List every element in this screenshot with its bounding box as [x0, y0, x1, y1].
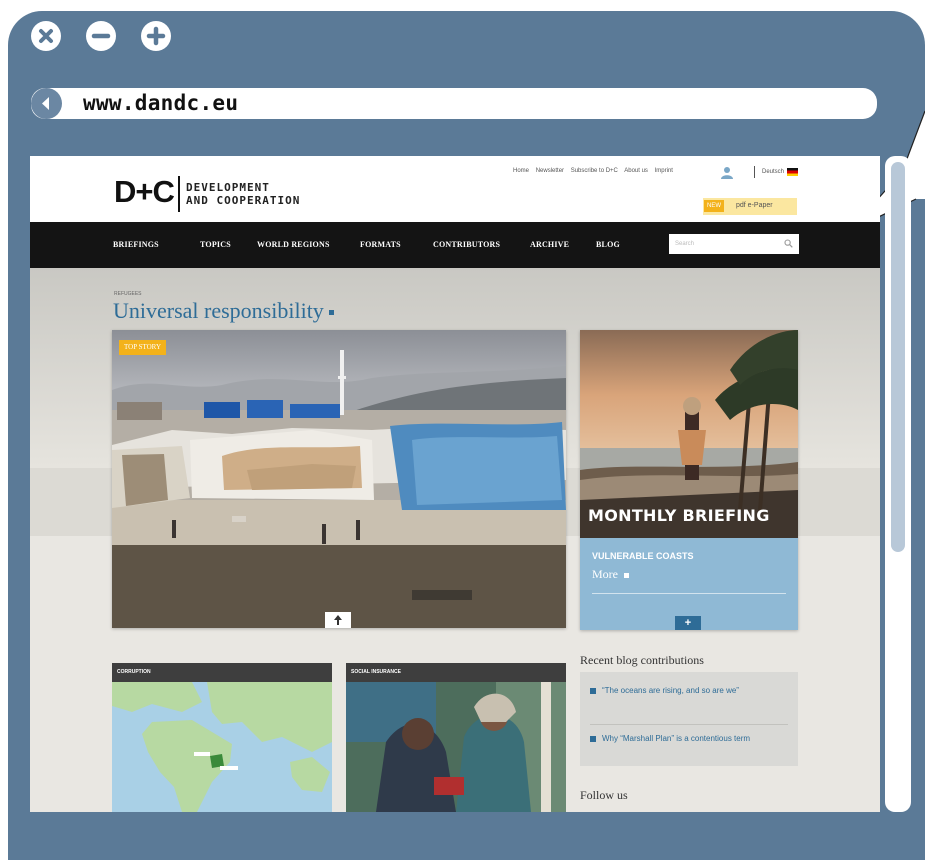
user-icon[interactable]	[721, 166, 733, 179]
nav-blog[interactable]: BLOG	[596, 222, 620, 268]
top-link-about[interactable]: About us	[624, 168, 648, 174]
top-story-image[interactable]: TOP STORY	[112, 330, 566, 628]
url-text: www.dandc.eu	[83, 91, 239, 115]
nav-world-regions[interactable]: WORLD REGIONS	[257, 222, 330, 268]
top-links: Home Newsletter Subscribe to D+C About u…	[513, 168, 678, 174]
monthly-briefing-card[interactable]: MONTHLY BRIEFING VULNERABLE COASTS More …	[580, 330, 798, 630]
arrow-up-icon	[334, 615, 342, 625]
top-link-newsletter[interactable]: Newsletter	[536, 168, 564, 174]
scrollbar-thumb[interactable]	[891, 162, 905, 552]
maximize-icon	[146, 26, 166, 46]
language-label: Deutsch	[762, 169, 785, 175]
world-map-image	[112, 682, 332, 812]
close-button[interactable]	[31, 21, 61, 51]
social-insurance-card-header: SOCIAL INSURANCE	[346, 663, 566, 682]
bullet-icon	[590, 736, 596, 742]
follow-us-heading: Follow us	[580, 788, 628, 802]
briefing-subtitle: VULNERABLE COASTS	[592, 551, 694, 561]
back-button[interactable]	[31, 88, 62, 119]
briefing-panel: VULNERABLE COASTS More +	[580, 538, 798, 630]
minimize-icon	[91, 33, 111, 39]
image-up-arrow-button[interactable]	[325, 612, 351, 628]
search-placeholder: Search	[675, 241, 695, 247]
blog-section-title: Recent blog contributions	[580, 653, 704, 667]
vertical-scrollbar[interactable]	[885, 156, 911, 812]
main-nav: BRIEFINGS TOPICS WORLD REGIONS FORMATS C…	[30, 222, 880, 268]
top-link-subscribe[interactable]: Subscribe to D+C	[571, 168, 618, 174]
briefing-more-link[interactable]: More	[592, 567, 629, 582]
search-input[interactable]: Search	[669, 234, 799, 254]
language-switch[interactable]: Deutsch	[754, 166, 799, 178]
corruption-card[interactable]: CORRUPTION	[112, 663, 332, 812]
health-worker-photo	[346, 682, 566, 812]
site-logo[interactable]: D+C	[114, 174, 175, 210]
maximize-button[interactable]	[141, 21, 171, 51]
site-logo-subtitle: DEVELOPMENT AND COOPERATION	[186, 181, 301, 207]
blog-item[interactable]: Why “Marshall Plan” is a contentious ter…	[590, 734, 790, 744]
briefing-title: MONTHLY BRIEFING	[588, 506, 770, 525]
nav-briefings[interactable]: BRIEFINGS	[113, 222, 159, 268]
blog-item[interactable]: “The oceans are rising, and so are we”	[590, 686, 790, 696]
german-flag-icon	[787, 168, 799, 176]
epaper-button[interactable]: NEW pdf e-Paper	[703, 198, 797, 215]
site-header: D+C DEVELOPMENT AND COOPERATION Home New…	[30, 156, 880, 222]
social-insurance-card[interactable]: SOCIAL INSURANCE	[346, 663, 566, 812]
page-viewport: D+C DEVELOPMENT AND COOPERATION Home New…	[30, 156, 880, 812]
article-kicker: REFUGEES	[114, 291, 142, 297]
top-story-tag: TOP STORY	[119, 340, 167, 355]
bullet-icon	[590, 688, 596, 694]
nav-contributors[interactable]: CONTRIBUTORS	[433, 222, 500, 268]
briefing-expand-button[interactable]: +	[675, 616, 701, 630]
nav-topics[interactable]: TOPICS	[200, 222, 231, 268]
article-headline[interactable]: Universal responsibility	[113, 298, 334, 324]
top-link-imprint[interactable]: Imprint	[655, 168, 673, 174]
address-bar[interactable]: www.dandc.eu	[31, 88, 877, 119]
blog-list: “The oceans are rising, and so are we” W…	[580, 672, 798, 766]
back-arrow-icon	[42, 97, 49, 110]
corruption-card-header: CORRUPTION	[112, 663, 332, 682]
minimize-button[interactable]	[86, 21, 116, 51]
refugee-camp-photo	[112, 330, 566, 628]
nav-formats[interactable]: FORMATS	[360, 222, 401, 268]
search-icon[interactable]	[784, 239, 793, 248]
top-link-home[interactable]: Home	[513, 168, 529, 174]
epaper-label: pdf e-Paper	[736, 202, 773, 209]
nav-archive[interactable]: ARCHIVE	[530, 222, 569, 268]
epaper-new-badge: NEW	[704, 200, 724, 212]
close-icon	[39, 29, 53, 43]
